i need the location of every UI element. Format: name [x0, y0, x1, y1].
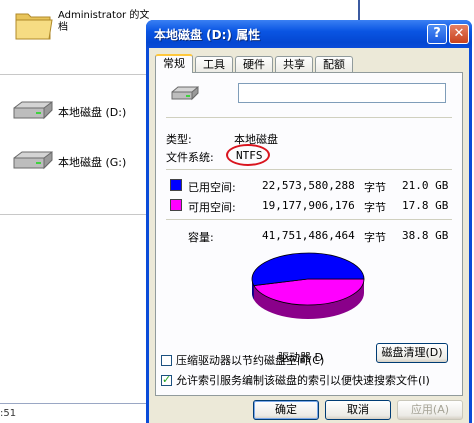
compress-option[interactable]: 压缩驱动器以节约磁盘空间(C)	[161, 352, 325, 367]
tab-quota[interactable]: 配额	[315, 56, 353, 72]
type-label: 类型:	[166, 133, 192, 146]
used-space-label: 已用空间:	[188, 181, 236, 194]
folder-icon[interactable]	[14, 6, 54, 42]
used-space-bytes: 22,573,580,288	[262, 179, 355, 192]
hard-drive-icon	[171, 85, 199, 101]
index-label: 允许索引服务编制该磁盘的索引以便快速搜索文件(I)	[176, 374, 430, 387]
separator	[166, 117, 452, 118]
time-text: :51	[0, 408, 17, 419]
cancel-button[interactable]: 取消	[325, 400, 391, 420]
used-space-unit: 字节	[364, 181, 386, 194]
divider	[0, 74, 146, 75]
capacity-bytes: 41,751,486,464	[262, 229, 355, 242]
close-button[interactable]: ✕	[449, 24, 469, 44]
title-bar[interactable]: 本地磁盘 (D:) 属性 ? ✕	[146, 20, 472, 48]
drive-label-d[interactable]: 本地磁盘 (D:)	[58, 104, 126, 120]
capacity-label: 容量:	[188, 231, 214, 244]
volume-label-input[interactable]	[238, 83, 446, 103]
dialog-client: 常规 工具 硬件 共享 配额 类型: 本地磁盘 文件系统: NTFS 已用空间:…	[149, 48, 469, 423]
screen: Administrator 的文档 本地磁盘 (D:) 本地磁盘 (G:) :5…	[0, 0, 474, 423]
general-panel: 类型: 本地磁盘 文件系统: NTFS 已用空间: 22,573,580,288…	[155, 72, 463, 396]
tab-general[interactable]: 常规	[155, 54, 193, 73]
used-space-size: 21.0 GB	[402, 179, 449, 192]
compress-checkbox[interactable]	[161, 355, 172, 366]
capacity-unit: 字节	[364, 231, 386, 244]
highlight-circle	[226, 144, 270, 166]
index-checkbox[interactable]	[161, 373, 172, 386]
dialog-title: 本地磁盘 (D:) 属性	[154, 28, 261, 42]
divider	[0, 214, 146, 215]
disk-cleanup-button[interactable]: 磁盘清理(D)	[376, 343, 448, 363]
free-space-label: 可用空间:	[188, 201, 236, 214]
free-space-swatch	[170, 199, 182, 211]
properties-dialog: 本地磁盘 (D:) 属性 ? ✕ 常规 工具 硬件 共享 配额 类型: 本地磁盘…	[146, 20, 472, 423]
separator	[166, 169, 452, 170]
separator	[166, 219, 452, 220]
tab-hardware[interactable]: 硬件	[235, 56, 273, 72]
index-option[interactable]: 允许索引服务编制该磁盘的索引以便快速搜索文件(I)	[161, 372, 430, 387]
drive-label-g[interactable]: 本地磁盘 (G:)	[58, 154, 126, 170]
disk-usage-pie	[251, 252, 365, 319]
folder-label[interactable]: Administrator 的文档	[58, 10, 158, 34]
used-space-swatch	[170, 179, 182, 191]
tab-tools[interactable]: 工具	[195, 56, 233, 72]
divider	[0, 403, 146, 404]
capacity-size: 38.8 GB	[402, 229, 449, 242]
apply-button[interactable]: 应用(A)	[397, 400, 463, 420]
ok-button[interactable]: 确定	[253, 400, 319, 420]
free-space-bytes: 19,177,906,176	[262, 199, 355, 212]
free-space-size: 17.8 GB	[402, 199, 449, 212]
hard-drive-icon[interactable]	[10, 98, 56, 124]
tab-sharing[interactable]: 共享	[275, 56, 313, 72]
help-button[interactable]: ?	[427, 24, 447, 44]
hard-drive-icon[interactable]	[10, 148, 56, 174]
file-system-label: 文件系统:	[166, 151, 214, 164]
compress-label: 压缩驱动器以节约磁盘空间(C)	[176, 354, 325, 367]
free-space-unit: 字节	[364, 201, 386, 214]
